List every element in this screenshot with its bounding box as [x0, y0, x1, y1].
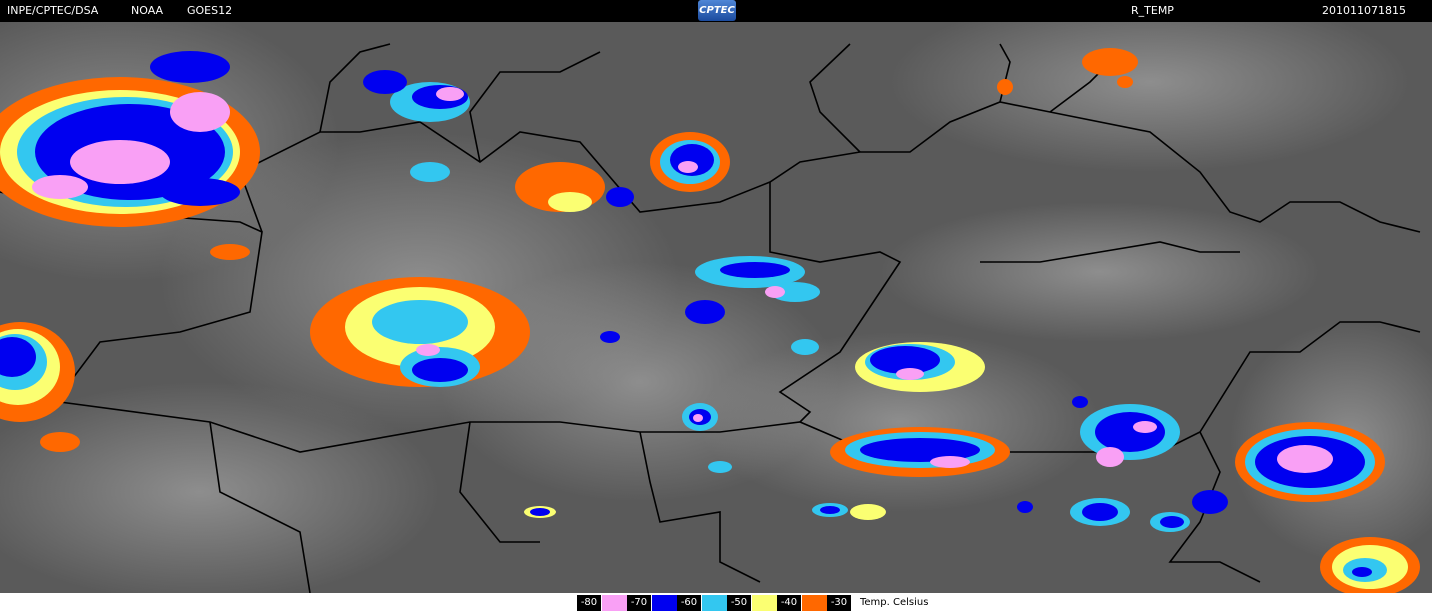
- source-label: INPE/CPTEC/DSA: [7, 4, 99, 17]
- legend-unit: Temp. Celsius: [860, 597, 929, 608]
- legend-swatch: [752, 595, 777, 611]
- product-label: R_TEMP: [1131, 4, 1174, 17]
- legend-swatch: [652, 595, 677, 611]
- header-bar: INPE/CPTEC/DSA NOAA GOES12 CPTEC R_TEMP …: [0, 0, 1432, 22]
- satellite-label: GOES12: [187, 4, 233, 17]
- temperature-legend: -80 -70 -60 -50 -40 -30 Temp. Celsius: [0, 593, 1432, 613]
- legend-value: -70: [627, 595, 651, 611]
- legend-value: -30: [827, 595, 851, 611]
- timestamp-label: 201011071815: [1322, 4, 1406, 17]
- agency-label: NOAA: [131, 4, 164, 17]
- satellite-image: [0, 22, 1432, 593]
- legend-value: -50: [727, 595, 751, 611]
- legend-value: -40: [777, 595, 801, 611]
- legend-swatch: [802, 595, 827, 611]
- legend-value: -80: [577, 595, 601, 611]
- cell-w-center: [310, 277, 530, 387]
- legend-value: -60: [677, 595, 701, 611]
- legend-swatch: [602, 595, 627, 611]
- legend-swatch: [702, 595, 727, 611]
- cptec-logo: CPTEC: [698, 0, 736, 21]
